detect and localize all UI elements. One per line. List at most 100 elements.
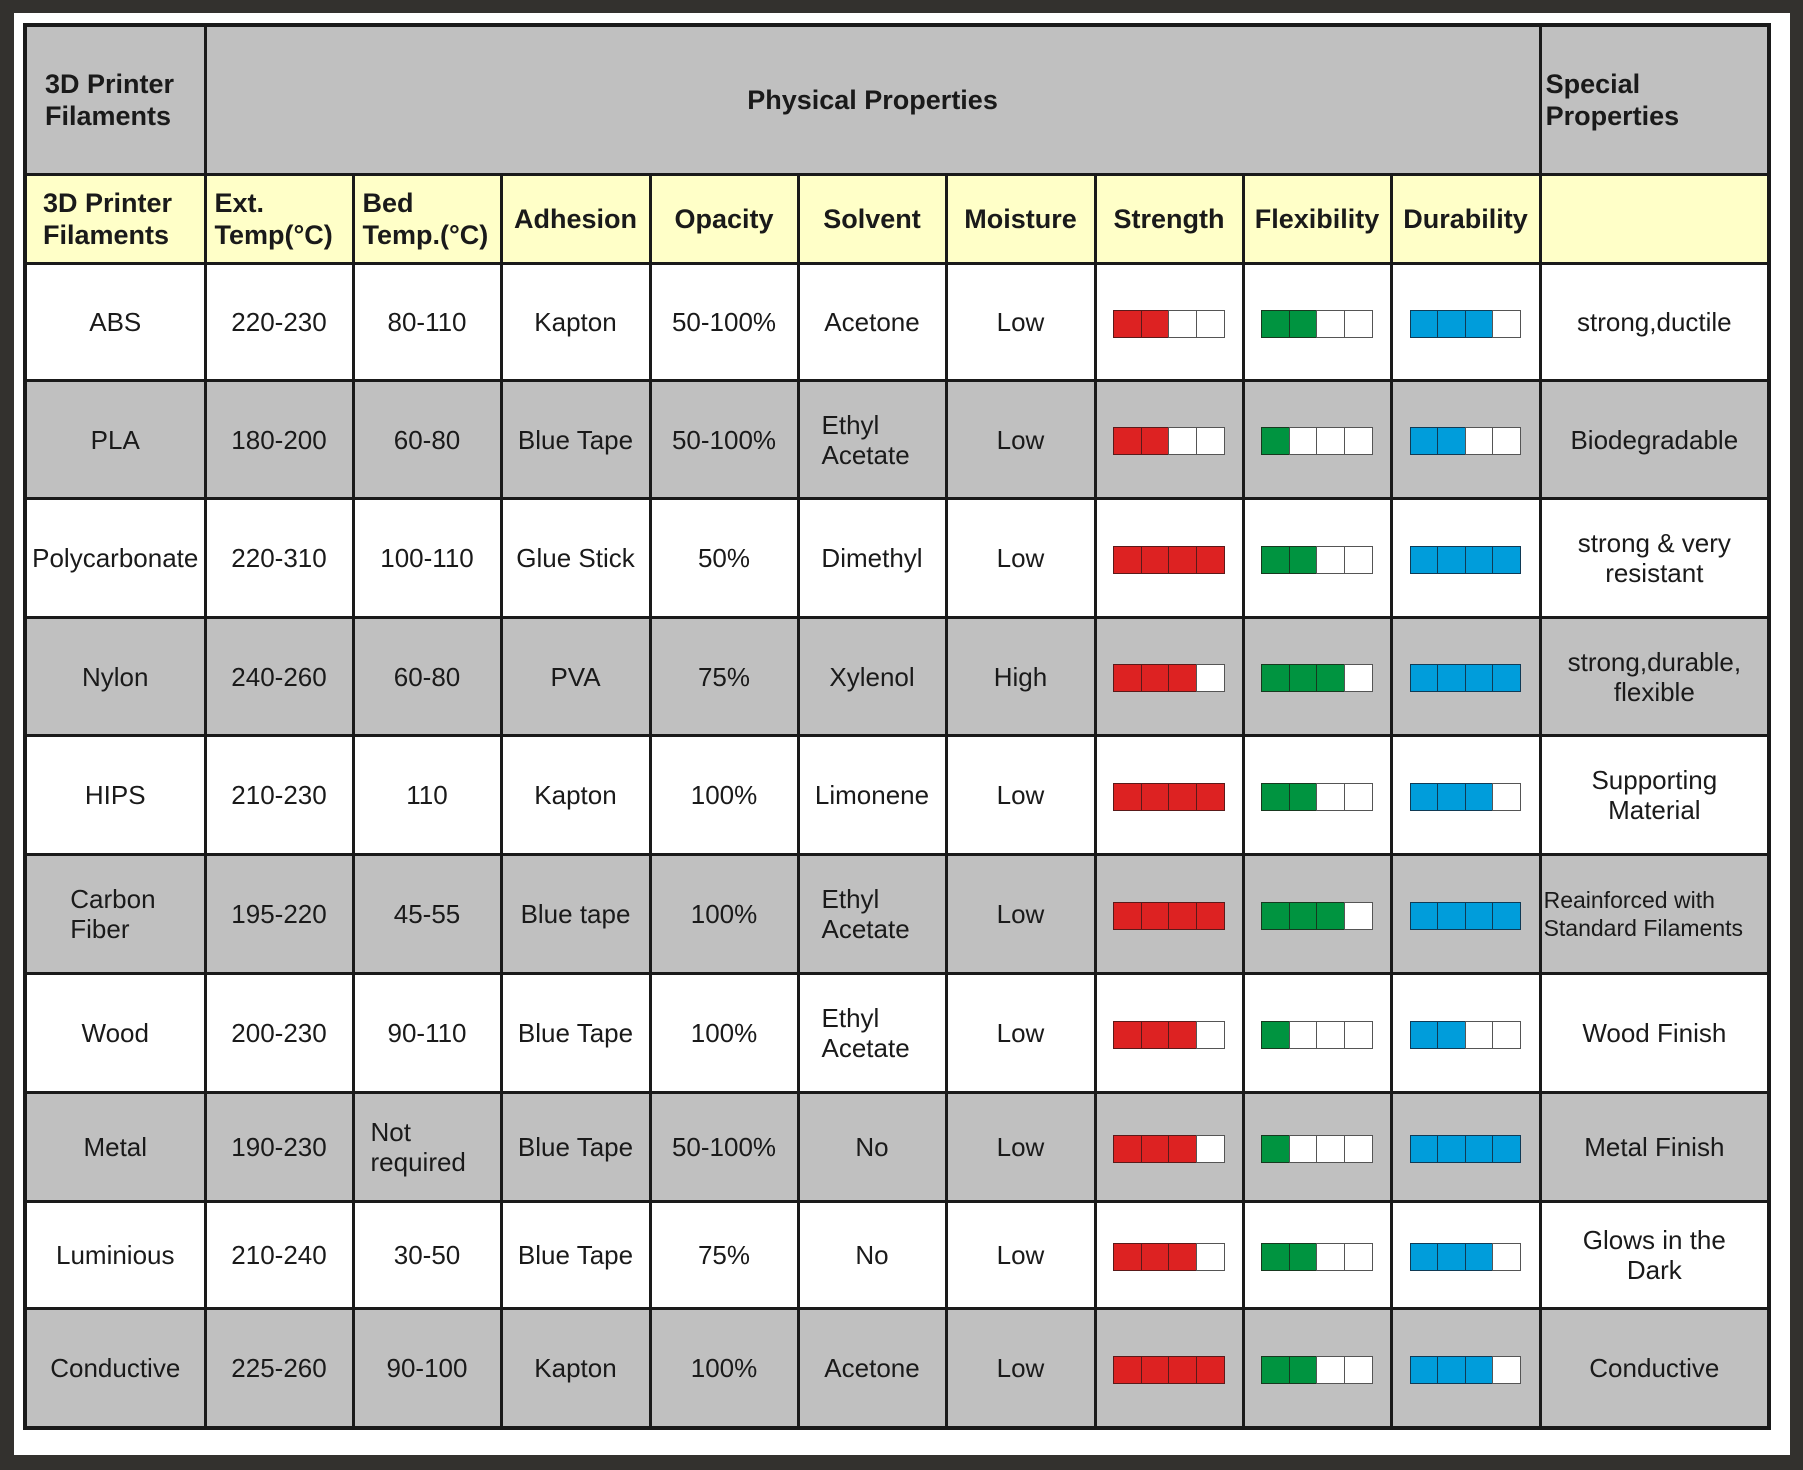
cell-durability	[1389, 853, 1542, 975]
durability-segment-filled	[1464, 782, 1494, 811]
durability-segment-filled	[1437, 309, 1467, 338]
cell-durability	[1389, 1091, 1542, 1203]
strength-segment-filled	[1140, 545, 1170, 574]
durability-segment-filled	[1464, 1355, 1494, 1384]
filament-comparison-table: 3D Printer Filaments Physical Properties…	[23, 23, 1772, 1430]
flexibility-rating-meter	[1261, 1242, 1373, 1271]
strength-segment-filled	[1140, 901, 1170, 930]
cell-solvent: Acetone	[796, 1307, 948, 1430]
strength-rating-meter	[1113, 309, 1225, 338]
strength-segment-filled	[1113, 1020, 1143, 1049]
flexibility-segment-filled	[1261, 1020, 1291, 1049]
flexibility-segment-empty	[1316, 1134, 1346, 1163]
flexibility-segment-empty	[1316, 309, 1346, 338]
column-header-row: 3D Printer Filaments Ext. Temp(°C) Bed T…	[23, 173, 1771, 265]
cell-opacity: 100%	[648, 734, 800, 856]
strength-segment-filled	[1113, 1355, 1143, 1384]
flexibility-segment-empty	[1316, 1242, 1346, 1271]
cell-opacity: 50-100%	[648, 379, 800, 500]
cell-ext-temp: 225-260	[203, 1307, 355, 1430]
cell-durability	[1389, 1200, 1542, 1310]
cell-adhesion: Blue tape	[499, 853, 652, 975]
flexibility-segment-filled	[1261, 427, 1291, 456]
strength-segment-filled	[1168, 782, 1198, 811]
cell-strength	[1093, 379, 1245, 500]
cell-adhesion: Glue Stick	[499, 497, 652, 619]
cell-flexibility	[1241, 1091, 1393, 1203]
durability-segment-empty	[1492, 309, 1522, 338]
cell-special-properties: strong,durable, flexible	[1538, 616, 1771, 737]
strength-segment-filled	[1168, 545, 1198, 574]
cell-flexibility	[1241, 1307, 1393, 1430]
column-header-bed-temp: Bed Temp.(°C)	[351, 173, 503, 265]
durability-segment-filled	[1437, 1134, 1467, 1163]
strength-segment-empty	[1195, 1020, 1225, 1049]
cell-adhesion: Kapton	[499, 1307, 652, 1430]
column-header-flexibility: Flexibility	[1241, 173, 1393, 265]
flexibility-segment-empty	[1316, 782, 1346, 811]
table-row: HIPS 210-230 110 Kapton 100% Limonene Low Suppo…	[23, 734, 1771, 856]
cell-strength	[1093, 853, 1245, 975]
strength-segment-filled	[1168, 1355, 1198, 1384]
cell-ext-temp: 200-230	[203, 972, 355, 1094]
cell-adhesion: Blue Tape	[499, 1091, 652, 1203]
cell-opacity: 100%	[648, 1307, 800, 1430]
cell-moisture: Low	[944, 853, 1097, 975]
column-header-filament-text: 3D Printer Filaments	[43, 188, 173, 250]
strength-segment-filled	[1113, 545, 1143, 574]
group-header-row: 3D Printer Filaments Physical Properties…	[23, 23, 1771, 176]
cell-opacity: 50%	[648, 497, 800, 619]
strength-segment-filled	[1168, 664, 1198, 693]
flexibility-rating-meter	[1261, 782, 1373, 811]
table-row: PLA 180-200 60-80 Blue Tape 50-100% Ethyl Ace…	[23, 379, 1771, 500]
group-header-filaments: 3D Printer Filaments	[23, 23, 207, 176]
group-header-special-properties-text: Special Properties	[1545, 69, 1680, 131]
cell-bed-temp: 90-110	[351, 972, 503, 1094]
cell-durability	[1389, 734, 1542, 856]
special-properties-text: strong & very resistant	[1577, 528, 1731, 588]
strength-segment-filled	[1113, 664, 1143, 693]
flexibility-segment-empty	[1343, 309, 1373, 338]
durability-segment-filled	[1437, 427, 1467, 456]
strength-segment-filled	[1140, 1355, 1170, 1384]
cell-flexibility	[1241, 379, 1393, 500]
table-row: Conductive 225-260 90-100 Kapton 100% Acetone…	[23, 1307, 1771, 1430]
cell-special-properties: strong,ductile	[1538, 262, 1771, 382]
special-properties-text: Wood Finish	[1582, 1018, 1727, 1048]
durability-segment-empty	[1492, 1020, 1522, 1049]
strength-segment-filled	[1113, 309, 1143, 338]
cell-flexibility	[1241, 853, 1393, 975]
two-line-text: Ethyl Acetate	[821, 884, 910, 944]
cell-opacity: 100%	[648, 853, 800, 975]
cell-filament-name: Polycarbonate	[23, 497, 207, 619]
special-properties-text: strong,durable, flexible	[1567, 646, 1742, 707]
cell-special-properties: Biodegradable	[1538, 379, 1771, 500]
cell-strength	[1093, 1307, 1245, 1430]
durability-segment-filled	[1409, 427, 1439, 456]
cell-filament-name: Metal	[23, 1091, 207, 1203]
strength-rating-meter	[1113, 427, 1225, 456]
strength-segment-filled	[1140, 782, 1170, 811]
strength-segment-empty	[1168, 427, 1198, 456]
durability-segment-filled	[1464, 901, 1494, 930]
cell-special-properties: Glows in the Dark	[1538, 1200, 1771, 1310]
cell-strength	[1093, 1200, 1245, 1310]
flexibility-segment-filled	[1288, 901, 1318, 930]
strength-rating-meter	[1113, 1020, 1225, 1049]
table-row: Carbon Fiber 195-220 45-55 Blue tape 100% Eth…	[23, 853, 1771, 975]
cell-opacity: 75%	[648, 1200, 800, 1310]
durability-rating-meter	[1409, 782, 1522, 811]
flexibility-segment-empty	[1316, 427, 1346, 456]
flexibility-segment-filled	[1261, 901, 1291, 930]
durability-segment-filled	[1409, 1355, 1439, 1384]
durability-segment-filled	[1437, 664, 1467, 693]
table-row: Polycarbonate 220-310 100-110 Glue Stick 50%…	[23, 497, 1771, 619]
strength-segment-empty	[1195, 309, 1225, 338]
cell-ext-temp: 220-310	[203, 497, 355, 619]
flexibility-rating-meter	[1261, 901, 1373, 930]
flexibility-segment-empty	[1288, 1134, 1318, 1163]
column-header-filament: 3D Printer Filaments	[23, 173, 207, 265]
cell-durability	[1389, 262, 1542, 382]
flexibility-segment-empty	[1343, 1355, 1373, 1384]
durability-segment-filled	[1409, 309, 1439, 338]
